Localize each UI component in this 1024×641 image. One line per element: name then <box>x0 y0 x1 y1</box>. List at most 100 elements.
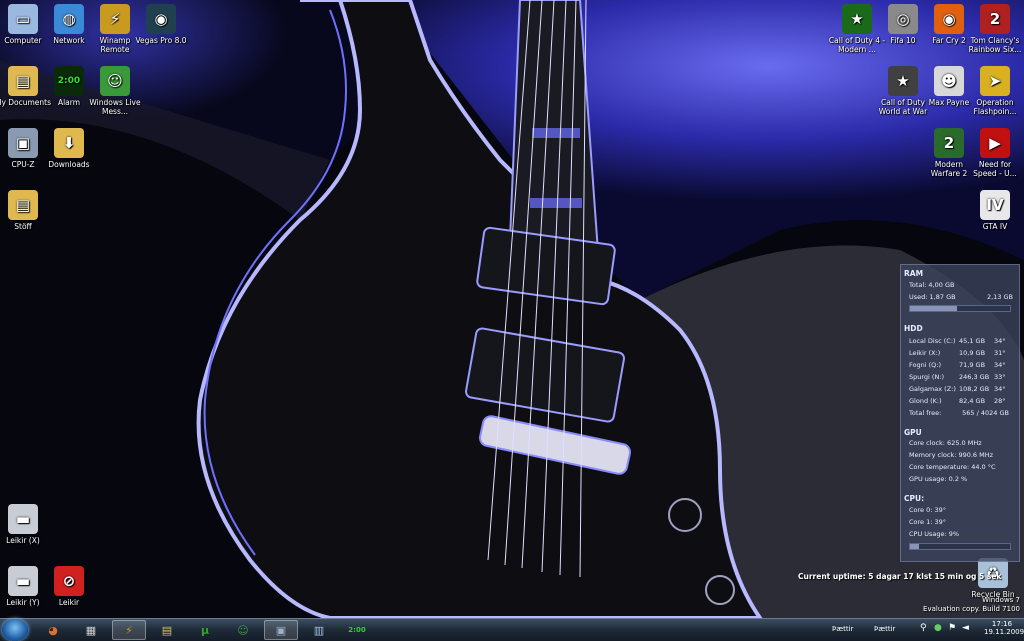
maxpayne-icon: ☻ <box>934 66 964 96</box>
downloads-folder-icon: ⬇ <box>54 128 84 158</box>
cpu-usage-fill <box>910 544 919 549</box>
hdd-free: 82,4 GB <box>959 397 986 405</box>
vegas2-icon: 2 <box>980 4 1010 34</box>
messenger-icon: ☺ <box>100 66 130 96</box>
taskbar-button[interactable]: 2:00 <box>340 620 374 640</box>
hdd-name: Galgamax (Z:) <box>909 385 956 393</box>
hdd-free: 246,3 GB <box>959 373 990 381</box>
mw2-icon: 2 <box>934 128 964 158</box>
hdd-name: Spurgi (N:) <box>909 373 945 381</box>
system-monitor-gadget[interactable]: RAM Total: 4,00 GB Used: 1,87 GB 2,13 GB… <box>900 264 1020 562</box>
tray-status-icon[interactable]: ● <box>934 623 942 633</box>
desktop-icon[interactable]: ▤ Stöff <box>0 190 52 231</box>
hdd-temp: 34° <box>994 361 1006 369</box>
hdd-name: Fogni (Q:) <box>909 361 941 369</box>
desktop-icon-label: Windows Live Mess... <box>89 98 141 116</box>
winamp-icon: ⚡ <box>100 4 130 34</box>
hdd-temp: 33° <box>994 373 1006 381</box>
tray-volume-icon[interactable]: ◄ <box>962 623 969 633</box>
desktop-icon-label: GTA IV <box>982 222 1008 231</box>
start-button[interactable] <box>2 619 28 641</box>
network-globe-icon: ◍ <box>54 4 84 34</box>
desktop-icon[interactable]: ☺ Windows Live Mess... <box>86 66 144 116</box>
hdd-name: Leikir (X:) <box>909 349 941 357</box>
cpu-row: CPU Usage: 9% <box>909 530 1013 540</box>
taskbar-button[interactable]: ◕ <box>36 620 70 640</box>
drive-icon: ▬ <box>8 566 38 596</box>
hdd-temp: 31° <box>994 349 1006 357</box>
folder-icon: ▤ <box>8 66 38 96</box>
cpu-title: CPU: <box>904 494 925 503</box>
gpu-stat: GPU usage: 0.2 % <box>909 475 968 483</box>
winamp-icon: ⚡ <box>125 623 133 637</box>
desktop-icon[interactable]: ⊘ Leikir <box>40 566 98 607</box>
wallpaper-guitar <box>0 0 1024 618</box>
hdd-free: 45,1 GB <box>959 337 986 345</box>
gpu-stat: Memory clock: 990.6 MHz <box>909 451 994 459</box>
uptime-text: Current uptime: 5 dagar 17 klst 15 min o… <box>798 572 1002 581</box>
desktop-icon[interactable]: ➤ Operation Flashpoin... <box>966 66 1024 116</box>
desktop-icon[interactable]: ▬ Leikir (X) <box>0 504 52 545</box>
flashpoint-icon: ➤ <box>980 66 1010 96</box>
gpu-title: GPU <box>904 428 922 437</box>
taskbar-button[interactable]: ▤ <box>150 620 184 640</box>
taskbar: ◕ ▦ ⚡ ▤ µ ☺ ▣ ▥ 2:00 Þættir Þættir ⚲ ● ⚑ ◄ 17:16… <box>0 618 1024 641</box>
desktop-icon-label: Vegas Pro 8.0 <box>135 36 187 45</box>
ram-usage-fill <box>910 306 957 311</box>
desktop-icon[interactable]: ⬇ Downloads <box>40 128 98 169</box>
desktop-icon-label: Downloads <box>48 160 90 169</box>
clock-time: 17:16 <box>991 620 1013 628</box>
taskbar-button[interactable]: ⚡ <box>112 620 146 640</box>
alarm-clock-icon: 2:00 <box>348 626 366 634</box>
desktop-icon[interactable]: IV GTA IV <box>966 190 1024 231</box>
tray-network-icon[interactable]: ⚲ <box>920 623 927 633</box>
hdd-temp: 28° <box>994 397 1006 405</box>
hdd-name: Glond (K:) <box>909 397 942 405</box>
utorrent-icon: µ <box>200 623 210 637</box>
cpu-stat: Core 1: 39° <box>909 518 947 526</box>
hdd-total-label: Total free: <box>909 409 942 417</box>
desktop-icon[interactable]: ◉ Vegas Pro 8.0 <box>132 4 190 45</box>
hdd-title: HDD <box>904 324 923 333</box>
gpu-stat: Core clock: 625.0 MHz <box>909 439 982 447</box>
ram-title: RAM <box>904 269 924 278</box>
hdd-row: Leikir (X:) 10,9 GB 31° <box>909 349 1013 359</box>
gpu-row: Core temperature: 44.0 °C <box>909 463 1013 473</box>
cod4-icon: ★ <box>842 4 872 34</box>
hdd-row: Spurgi (N:) 246,3 GB 33° <box>909 373 1013 383</box>
taskbar-button[interactable]: ▦ <box>74 620 108 640</box>
taskbar-button[interactable]: ▥ <box>302 620 336 640</box>
cpuz-icon: ▣ <box>8 128 38 158</box>
computer-icon: ▭ <box>8 4 38 34</box>
watermark-line-2: Evaluation copy. Build 7100 <box>923 605 1020 613</box>
vegas-icon: ◉ <box>146 4 176 34</box>
messenger-icon: ☺ <box>237 623 249 637</box>
blocked-icon: ⊘ <box>54 566 84 596</box>
watermark-line-1: Windows 7 <box>982 596 1020 604</box>
hdd-row: Galgamax (Z:) 108,2 GB 34° <box>909 385 1013 395</box>
cpu-stat: Core 0: 39° <box>909 506 947 514</box>
desktop-icon-label: Tom Clancy's Rainbow Six... <box>968 36 1022 54</box>
tray-clock[interactable]: 17:16 19.11.2009 <box>984 620 1024 636</box>
desktop-icon-label: Leikir (X) <box>6 536 40 545</box>
nfs-icon: ▶ <box>980 128 1010 158</box>
desktop-icon[interactable]: ▶ Need for Speed - U... <box>966 128 1024 178</box>
cpuz-icon: ▣ <box>275 623 287 637</box>
tray-flag-icon[interactable]: ⚑ <box>948 623 956 633</box>
windows-watermark: Windows 7 Evaluation copy. Build 7100 <box>923 596 1020 614</box>
firefox-icon: ◕ <box>48 623 58 637</box>
hdd-row: Local Disc (C:) 45,1 GB 34° <box>909 337 1013 347</box>
taskbar-button[interactable]: µ <box>188 620 222 640</box>
desktop-icon-label: Leikir <box>58 598 80 607</box>
cpu-row: Core 1: 39° <box>909 518 1013 528</box>
tray-language-1[interactable]: Þættir <box>832 625 853 633</box>
cpu-row: Core 0: 39° <box>909 506 1013 516</box>
hdd-total-value: 565 / 4024 GB <box>962 409 1009 417</box>
cod-waw-icon: ★ <box>888 66 918 96</box>
taskbar-button[interactable]: ▣ <box>264 620 298 640</box>
tray-language-2[interactable]: Þættir <box>874 625 895 633</box>
gpu-row: Core clock: 625.0 MHz <box>909 439 1013 449</box>
taskbar-button[interactable]: ☺ <box>226 620 260 640</box>
desktop-icon[interactable]: 2 Tom Clancy's Rainbow Six... <box>966 4 1024 54</box>
hdd-name: Local Disc (C:) <box>909 337 956 345</box>
